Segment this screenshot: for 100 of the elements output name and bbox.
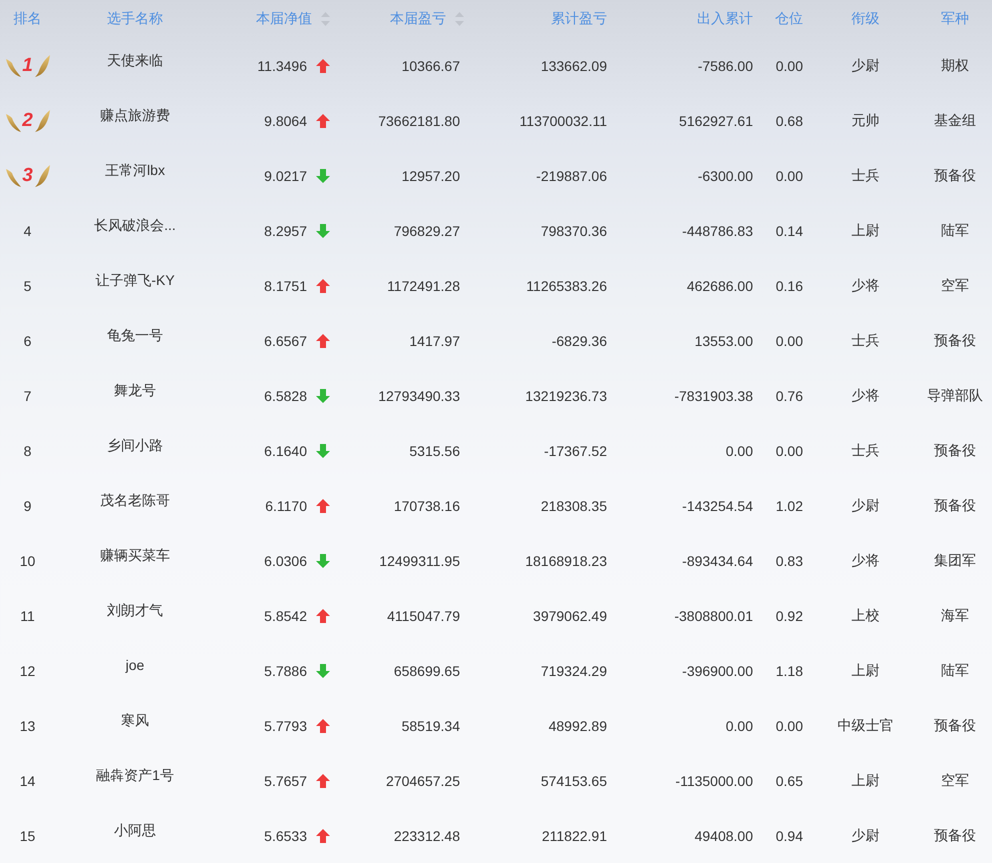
table-cell: 73662181.80 <box>378 112 460 128</box>
column-header: 排名 <box>14 10 42 28</box>
table-cell: -7586.00 <box>698 58 753 74</box>
table-cell: 少将 <box>852 276 880 294</box>
rank-number: 7 <box>24 388 32 404</box>
column-header: 出入累计 <box>697 10 753 28</box>
table-cell: 士兵 <box>852 442 880 460</box>
table-cell: 574153.65 <box>540 772 607 788</box>
net-value: 8.1751 <box>264 278 307 294</box>
table-cell: 0.65 <box>776 772 803 788</box>
table-cell: 4115047.79 <box>387 608 460 624</box>
rank-number: 11 <box>20 608 35 624</box>
table-cell: 0.83 <box>776 552 803 568</box>
net-value: 5.8542 <box>264 608 307 624</box>
table-cell: 预备役 <box>934 496 976 514</box>
table-cell: 上尉 <box>852 772 880 790</box>
table-cell: 218308.35 <box>540 498 607 514</box>
net-value: 5.6533 <box>264 828 307 844</box>
table-cell: 预备役 <box>934 716 976 734</box>
table-cell: -448786.83 <box>682 222 753 238</box>
table-cell: 0.92 <box>776 608 803 624</box>
table-cell: 少尉 <box>852 56 880 74</box>
player-name: 王常河lbx <box>105 162 165 180</box>
table-cell: 48992.89 <box>548 718 607 734</box>
rank-number: 6 <box>24 332 32 348</box>
column-header: 选手名称 <box>107 10 163 28</box>
table-cell: 719324.29 <box>540 662 607 678</box>
rank-number: 5 <box>24 278 32 294</box>
table-cell: 58519.34 <box>402 718 460 734</box>
rank-number: 3 <box>22 166 33 185</box>
net-value: 9.8064 <box>264 112 307 128</box>
table-cell: 0.00 <box>726 442 753 458</box>
table-cell: 0.00 <box>776 58 803 74</box>
table-cell: 170738.16 <box>394 498 460 514</box>
table-cell: -1135000.00 <box>675 772 753 788</box>
table-cell: 导弹部队 <box>927 386 983 404</box>
player-name: 天使来临 <box>107 52 163 70</box>
player-name: 融犇资产1号 <box>96 767 174 785</box>
table-cell: 0.00 <box>776 332 803 348</box>
table-cell: 空军 <box>941 772 969 790</box>
table-cell: 5162927.61 <box>679 112 753 128</box>
rank-number: 1 <box>22 56 33 75</box>
table-cell: 12499311.95 <box>379 552 460 568</box>
table-cell: 1172491.28 <box>387 278 460 294</box>
table-cell: 预备役 <box>934 332 976 350</box>
net-value: 6.0306 <box>264 552 307 568</box>
table-cell: 士兵 <box>852 332 880 350</box>
table-cell: -3808800.01 <box>674 608 753 624</box>
table-cell: 0.68 <box>776 112 803 128</box>
table-cell: 上尉 <box>852 662 880 680</box>
net-value: 5.7793 <box>264 718 307 734</box>
table-cell: 预备役 <box>934 442 976 460</box>
table-cell: 462686.00 <box>686 278 753 294</box>
column-header[interactable]: 本届净值 <box>256 10 312 28</box>
player-name: 乡间小路 <box>107 437 163 455</box>
column-header: 衔级 <box>852 10 880 28</box>
rank-number: 14 <box>20 772 36 788</box>
player-name: 寒风 <box>121 712 149 730</box>
player-name: joe <box>126 657 144 673</box>
table-cell: -143254.54 <box>682 498 753 514</box>
table-cell: 13553.00 <box>694 332 753 348</box>
rank-number: 13 <box>20 718 36 734</box>
table-cell: 基金组 <box>934 112 976 130</box>
table-cell: 223312.48 <box>394 828 460 844</box>
table-cell: 元帅 <box>852 112 880 130</box>
net-value: 6.5828 <box>264 388 307 404</box>
table-cell: 5315.56 <box>409 442 460 458</box>
table-cell: 空军 <box>941 276 969 294</box>
table-cell: 796829.27 <box>394 222 460 238</box>
table-cell: 海军 <box>941 606 969 624</box>
rank-number: 15 <box>20 828 36 844</box>
net-value: 6.1640 <box>264 442 307 458</box>
table-cell: 士兵 <box>852 166 880 184</box>
rank-number: 4 <box>24 222 32 238</box>
table-cell: 预备役 <box>934 826 976 844</box>
column-header[interactable]: 本届盈亏 <box>390 10 446 28</box>
table-cell: 658699.65 <box>394 662 460 678</box>
table-cell: 1417.97 <box>409 332 460 348</box>
table-cell: 11265383.26 <box>526 278 607 294</box>
table-cell: 113700032.11 <box>520 112 607 128</box>
net-value: 9.0217 <box>264 168 307 184</box>
table-cell: 0.00 <box>776 168 803 184</box>
table-cell: 上尉 <box>852 222 880 240</box>
table-cell: 133662.09 <box>540 58 607 74</box>
table-cell: 2704657.25 <box>386 772 460 788</box>
table-cell: -219887.06 <box>536 168 607 184</box>
table-cell: 期权 <box>941 56 969 74</box>
player-name: 龟兔一号 <box>107 327 163 345</box>
table-cell: -7831903.38 <box>674 388 753 404</box>
table-cell: 陆军 <box>941 222 969 240</box>
table-cell: 少将 <box>852 552 880 570</box>
table-cell: 少尉 <box>852 826 880 844</box>
table-cell: 10366.67 <box>402 58 460 74</box>
table-cell: 少尉 <box>852 496 880 514</box>
net-value: 8.2957 <box>264 222 307 238</box>
net-value: 11.3496 <box>257 58 307 74</box>
net-value: 5.7886 <box>264 662 307 678</box>
table-cell: 3979062.49 <box>533 608 607 624</box>
column-header: 累计盈亏 <box>551 10 607 28</box>
table-cell: 集团军 <box>934 552 976 570</box>
